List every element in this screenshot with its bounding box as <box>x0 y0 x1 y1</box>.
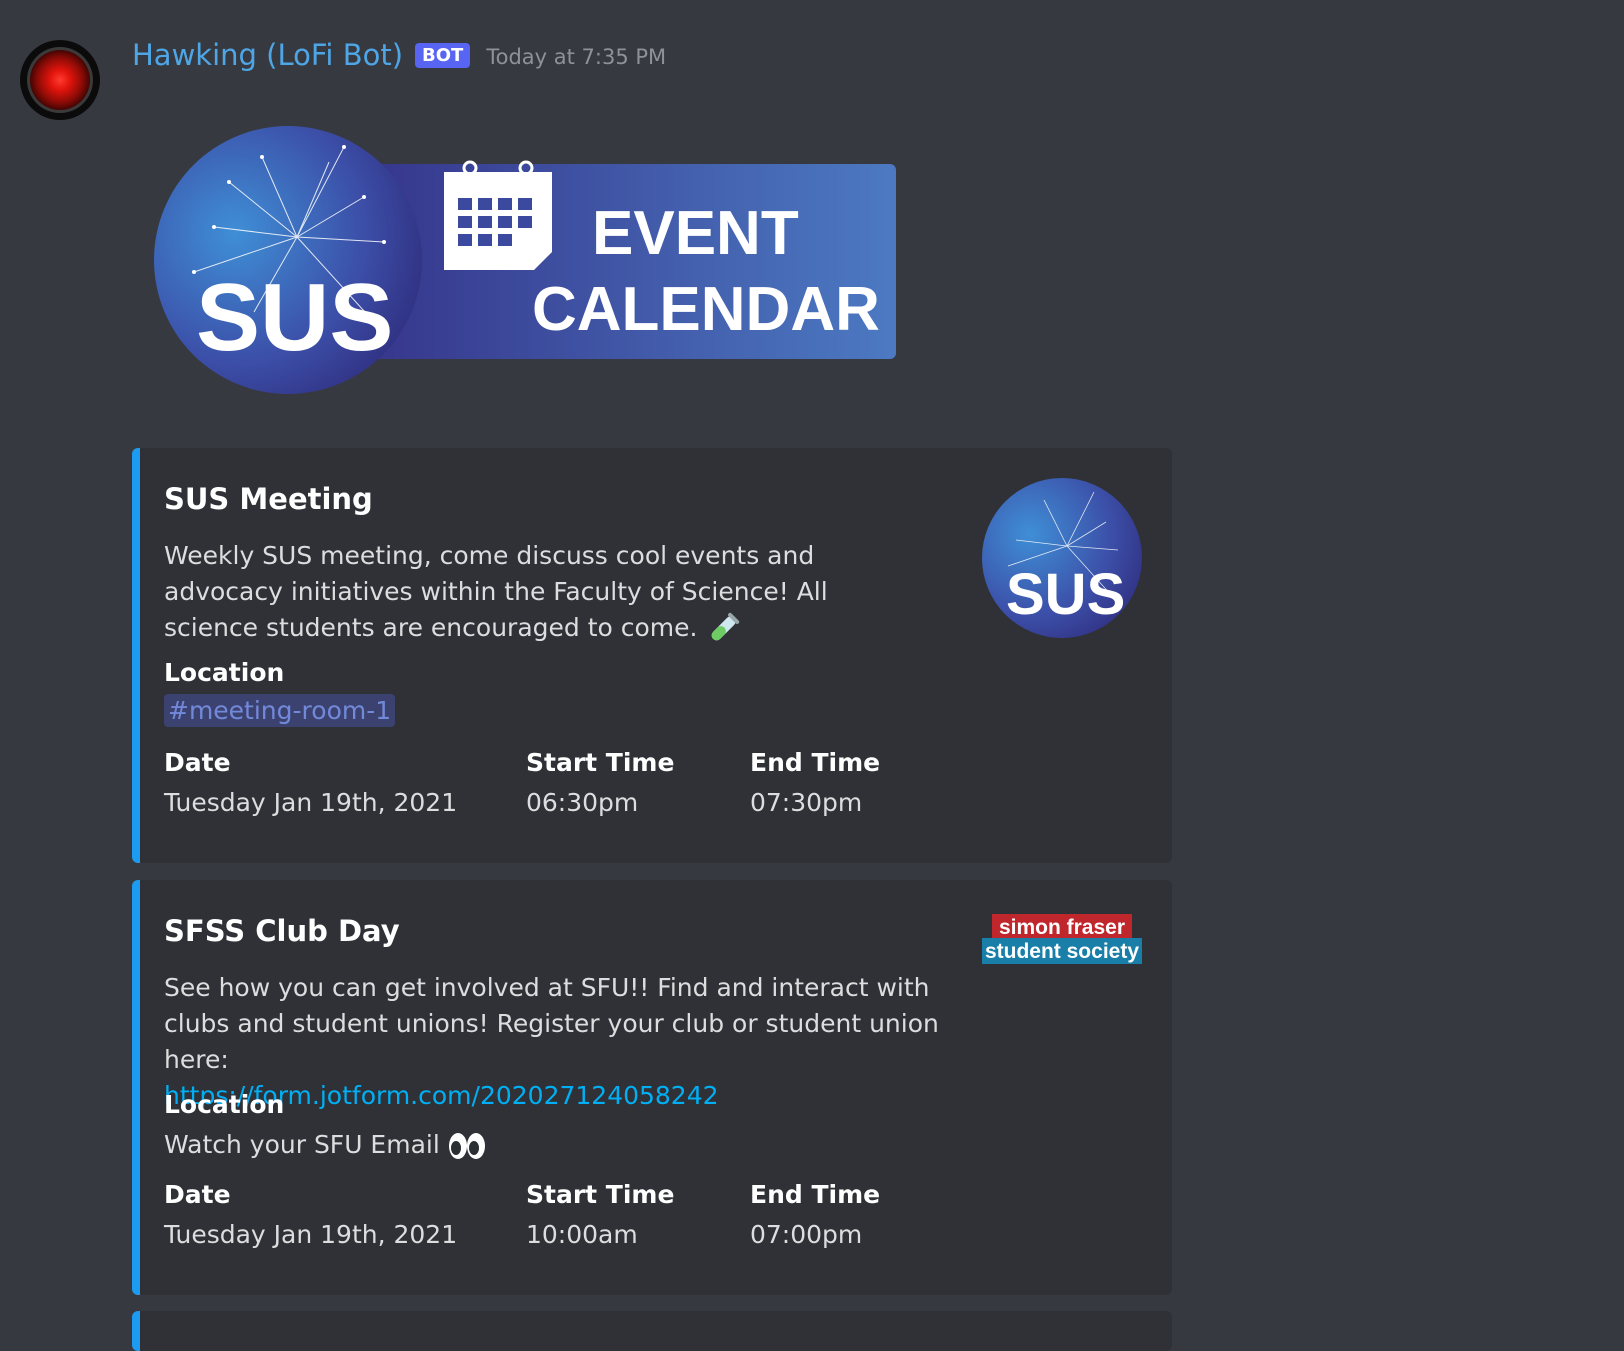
date-value: Tuesday Jan 19th, 2021 <box>164 788 458 817</box>
svg-text:student society: student society <box>985 940 1139 963</box>
message-header: Hawking (LoFi Bot) BOT Today at 7:35 PM <box>132 38 666 72</box>
embed-title: SUS Meeting <box>164 482 373 516</box>
end-time-label: End Time <box>750 1180 881 1209</box>
event-embed-sfss-club-day: SFSS Club Day See how you can get involv… <box>132 880 1172 1295</box>
location-value: #meeting-room-1 <box>164 694 396 727</box>
location-label: Location <box>164 1090 285 1119</box>
test-tube-icon <box>712 612 740 641</box>
svg-text:EVENT: EVENT <box>592 199 799 268</box>
bot-badge: BOT <box>415 42 471 68</box>
end-time-value: 07:30pm <box>750 788 863 817</box>
start-time-value: 10:00am <box>526 1220 638 1249</box>
svg-text:SUS: SUS <box>1006 562 1125 627</box>
end-time-value: 07:00pm <box>750 1220 863 1249</box>
embed-description: Weekly SUS meeting, come discuss cool ev… <box>164 538 924 647</box>
message-timestamp[interactable]: Today at 7:35 PM <box>486 45 666 69</box>
date-label: Date <box>164 1180 231 1209</box>
event-calendar-banner[interactable]: SUS EVENT CALENDAR <box>154 122 896 398</box>
svg-text:CALENDAR: CALENDAR <box>532 275 880 344</box>
svg-text:simon fraser: simon fraser <box>999 916 1125 939</box>
calendar-icon <box>444 160 552 270</box>
sus-logo-thumbnail[interactable]: SUS <box>982 478 1142 638</box>
location-value: Watch your SFU Email <box>164 1130 486 1161</box>
svg-text:SUS: SUS <box>196 264 393 371</box>
avatar[interactable] <box>20 40 100 120</box>
event-embed-sus-meeting: SUS Meeting Weekly SUS meeting, come dis… <box>132 448 1172 863</box>
event-embed-partial <box>132 1311 1172 1351</box>
embed-title: SFSS Club Day <box>164 914 400 948</box>
channel-mention-meeting-room-1[interactable]: #meeting-room-1 <box>164 694 396 727</box>
end-time-label: End Time <box>750 748 881 777</box>
start-time-label: Start Time <box>526 748 675 777</box>
sfss-logo-thumbnail[interactable]: simon fraser student society <box>982 912 1142 968</box>
username[interactable]: Hawking (LoFi Bot) <box>132 38 403 72</box>
eyes-icon <box>448 1133 485 1159</box>
start-time-label: Start Time <box>526 1180 675 1209</box>
location-label: Location <box>164 658 285 687</box>
date-value: Tuesday Jan 19th, 2021 <box>164 1220 458 1249</box>
date-label: Date <box>164 748 231 777</box>
hal-9000-eye-icon <box>27 47 93 113</box>
start-time-value: 06:30pm <box>526 788 639 817</box>
